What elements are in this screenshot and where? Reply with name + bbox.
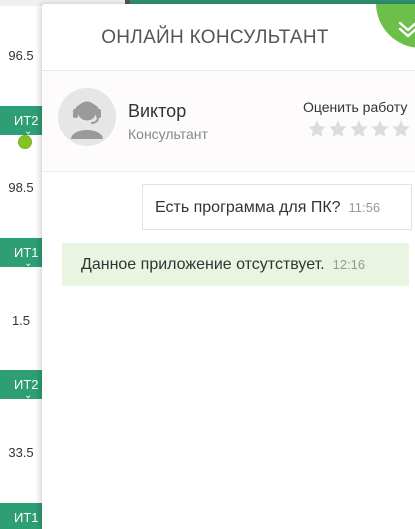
chevron-down-icon: ⌄ bbox=[24, 390, 33, 399]
rating-star-icon[interactable] bbox=[391, 119, 411, 139]
agent-role: Консультант bbox=[128, 126, 208, 142]
message-time: 12:16 bbox=[332, 257, 366, 272]
double-chevron-down-icon bbox=[398, 21, 415, 38]
rate-work-label: Оценить работу bbox=[303, 99, 408, 115]
rating-star-icon[interactable] bbox=[328, 119, 348, 139]
background-value: 33.5 bbox=[8, 445, 34, 460]
chevron-down-icon: ⌄ bbox=[24, 126, 33, 135]
rating-star-icon[interactable] bbox=[349, 119, 369, 139]
chat-header: ОНЛАЙН КОНСУЛЬТАНТ bbox=[42, 4, 415, 71]
agent-avatar bbox=[58, 88, 116, 146]
agent-card: Виктор Консультант Оценить работу bbox=[42, 71, 415, 172]
chat-title: ОНЛАЙН КОНСУЛЬТАНТ bbox=[101, 27, 329, 48]
rating-stars bbox=[307, 119, 411, 139]
background-badge-label: ИТ1 bbox=[14, 510, 39, 525]
agent-name: Виктор bbox=[128, 101, 187, 121]
message-text: Есть программа для ПК? bbox=[155, 199, 341, 216]
outgoing-message: Есть программа для ПК? 11:56 bbox=[142, 184, 412, 230]
background-badge[interactable]: ИТ1 bbox=[0, 503, 44, 529]
message-text: Данное приложение отсутствует. bbox=[81, 256, 325, 273]
rating-star-icon[interactable] bbox=[307, 119, 327, 139]
message-time: 11:56 bbox=[348, 200, 381, 215]
rating-star-icon[interactable] bbox=[370, 119, 390, 139]
incoming-message: Данное приложение отсутствует. 12:16 bbox=[62, 243, 409, 286]
background-value: 1.5 bbox=[11, 313, 31, 328]
background-badge[interactable]: ИТ1 ⌄ bbox=[0, 238, 44, 267]
online-consultant-panel: ОНЛАЙН КОНСУЛЬТАНТ Виктор Консультант Оц… bbox=[42, 4, 415, 529]
background-badge[interactable]: ИТ2 ⌄ bbox=[0, 370, 44, 399]
message-list: Есть программа для ПК? 11:56 Данное прил… bbox=[42, 172, 415, 522]
background-value: 98.5 bbox=[8, 180, 34, 195]
online-status-dot bbox=[18, 135, 32, 149]
background-value: 96.5 bbox=[8, 48, 34, 63]
headset-operator-icon bbox=[71, 101, 103, 139]
chevron-down-icon: ⌄ bbox=[24, 258, 33, 267]
background-badge[interactable]: ИТ2 ⌄ bbox=[0, 106, 44, 135]
